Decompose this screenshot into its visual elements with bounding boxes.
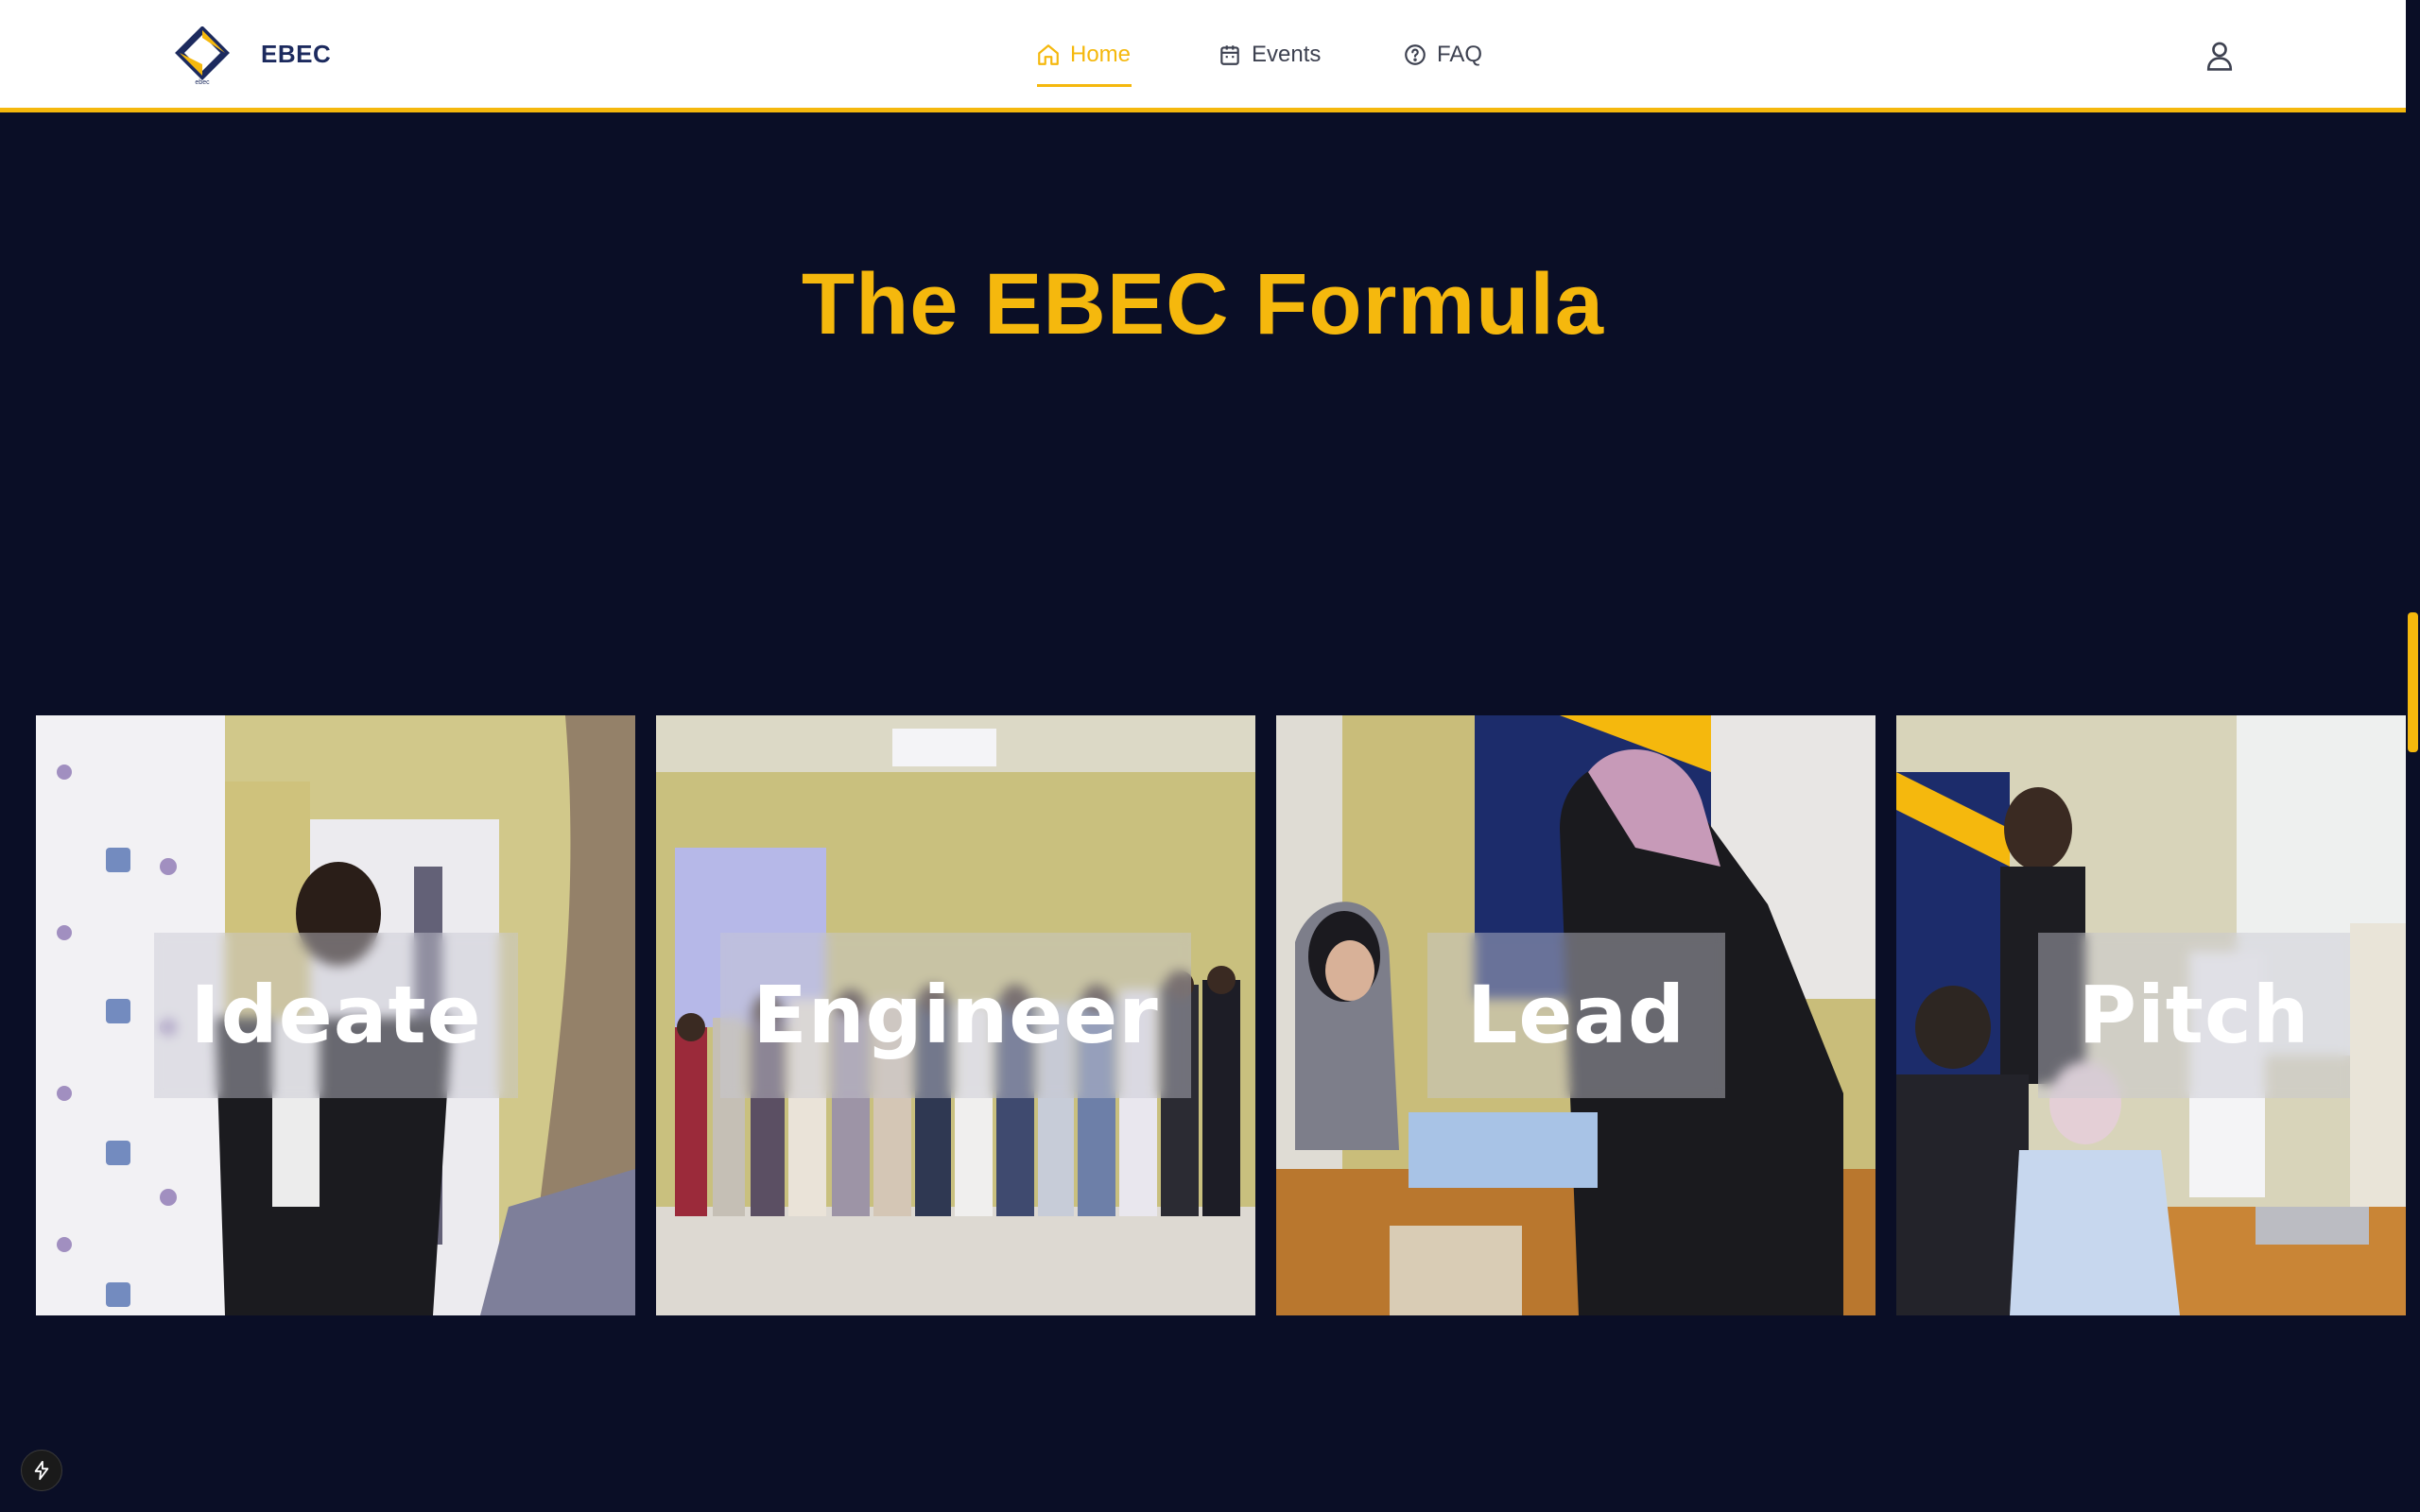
card-label-backdrop: Lead [1427,933,1725,1098]
ebec-logo[interactable]: ebec [174,26,231,85]
lightning-icon [34,1460,49,1481]
scrollbar-track[interactable] [2406,0,2420,1512]
top-navbar: ebec EBEC Home Events FAQ [0,0,2406,112]
nav-faq-label: FAQ [1437,42,1483,67]
calendar-icon [1220,45,1239,65]
card-lead[interactable]: Lead [1276,715,1876,1315]
card-label: Pitch [2078,969,2310,1061]
card-engineer[interactable]: Engineer [656,715,1255,1315]
home-icon [1038,44,1059,65]
card-ideate[interactable]: Ideate [36,715,635,1315]
user-icon[interactable] [2204,40,2235,72]
card-label-backdrop: Engineer [720,933,1191,1098]
help-circle-icon [1405,44,1426,65]
scrollbar-thumb[interactable] [2408,612,2418,752]
card-label: Lead [1466,969,1686,1061]
card-label-backdrop: Pitch [2038,933,2350,1098]
card-label-backdrop: Ideate [154,933,518,1098]
nav-home[interactable]: Home [1036,38,1131,72]
card-label: Engineer [752,969,1159,1061]
nav-events[interactable]: Events [1218,38,1321,72]
active-nav-indicator [1037,84,1132,87]
section-title: The EBEC Formula [801,256,1605,352]
card-label: Ideate [190,969,482,1061]
svg-text:ebec: ebec [195,79,210,85]
dev-tools-badge[interactable] [21,1450,62,1491]
nav-home-label: Home [1070,42,1132,67]
nav-events-label: Events [1252,42,1322,67]
nav-faq[interactable]: FAQ [1403,38,1482,72]
brand-name[interactable]: EBEC [261,40,331,69]
card-pitch[interactable]: Pitch [1896,715,2406,1315]
